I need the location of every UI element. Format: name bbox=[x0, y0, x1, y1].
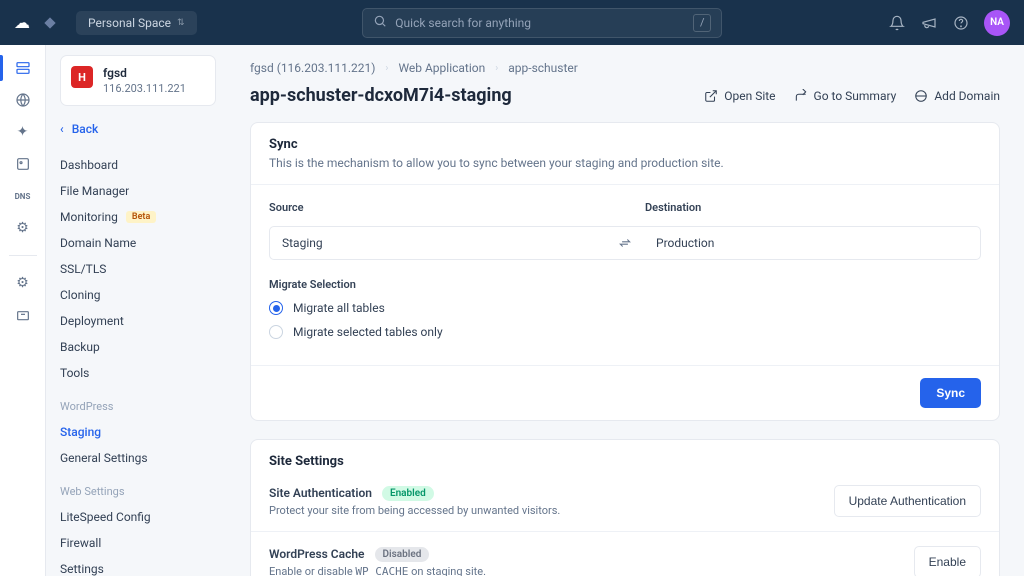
radio-migrate-all[interactable]: Migrate all tables bbox=[269, 301, 981, 315]
rail-servers-icon[interactable] bbox=[14, 59, 32, 77]
nav-ssl[interactable]: SSL/TLS bbox=[60, 256, 216, 282]
server-badge: H bbox=[71, 66, 93, 88]
nav-settings[interactable]: Settings bbox=[60, 556, 216, 576]
help-icon[interactable] bbox=[952, 14, 970, 32]
logo-icon: ☁︎ bbox=[14, 13, 30, 32]
destination-field: Production bbox=[644, 226, 981, 260]
site-auth-row: Site Authentication Enabled Protect your… bbox=[251, 471, 999, 532]
bell-icon[interactable] bbox=[888, 14, 906, 32]
source-field: Staging bbox=[269, 226, 606, 260]
radio-migrate-selected[interactable]: Migrate selected tables only bbox=[269, 325, 981, 339]
search-input[interactable]: Quick search for anything / bbox=[362, 8, 722, 38]
rail-gear-icon[interactable]: ✦ bbox=[14, 123, 32, 141]
nav-litespeed[interactable]: LiteSpeed Config bbox=[60, 504, 216, 530]
search-placeholder: Quick search for anything bbox=[395, 16, 531, 30]
server-card[interactable]: H fgsd 116.203.111.221 bbox=[60, 55, 216, 106]
site-settings-title: Site Settings bbox=[251, 440, 999, 471]
nav-section-web: Web Settings bbox=[60, 485, 216, 498]
bc-server[interactable]: fgsd (116.203.111.221) bbox=[250, 61, 375, 75]
nav-firewall[interactable]: Firewall bbox=[60, 530, 216, 556]
nav-cloning[interactable]: Cloning bbox=[60, 282, 216, 308]
radio-icon bbox=[269, 325, 283, 339]
migrate-label: Migrate Selection bbox=[269, 278, 981, 291]
radio-icon bbox=[269, 301, 283, 315]
rail-dns-icon[interactable]: DNS bbox=[14, 187, 32, 205]
nav-section-wordpress: WordPress bbox=[60, 400, 216, 413]
kbd-hint: / bbox=[693, 14, 711, 32]
avatar[interactable]: NA bbox=[984, 10, 1010, 36]
page-title: app-schuster-dcxoM7i4-staging bbox=[250, 85, 512, 106]
nav-monitoring[interactable]: MonitoringBeta bbox=[60, 204, 216, 230]
auth-status-badge: Enabled bbox=[382, 486, 434, 501]
search-icon bbox=[373, 14, 387, 31]
rail-services-icon[interactable]: ⚙ bbox=[14, 219, 32, 237]
swap-icon bbox=[618, 236, 632, 250]
top-header: ☁︎ Personal Space ⇅ Quick search for any… bbox=[0, 0, 1024, 45]
rail-archive-icon[interactable] bbox=[14, 306, 32, 324]
cache-desc: Enable or disable WP_CACHE on staging si… bbox=[269, 565, 914, 576]
rail-separator bbox=[9, 255, 37, 256]
workspace-label: Personal Space bbox=[88, 16, 171, 30]
rail-image-icon[interactable] bbox=[14, 155, 32, 173]
destination-label: Destination bbox=[645, 201, 981, 214]
workspace-switcher[interactable]: Personal Space ⇅ bbox=[76, 11, 197, 35]
search-wrap: Quick search for anything / bbox=[197, 8, 888, 38]
server-ip: 116.203.111.221 bbox=[103, 82, 186, 95]
chevron-right-icon: › bbox=[385, 63, 388, 74]
sync-card: Sync This is the mechanism to allow you … bbox=[250, 122, 1000, 421]
add-domain-button[interactable]: Add Domain bbox=[914, 89, 1000, 103]
open-site-button[interactable]: Open Site bbox=[704, 89, 775, 103]
main-content: fgsd (116.203.111.221) › Web Application… bbox=[226, 45, 1024, 576]
icon-rail: ✦ DNS ⚙ ⚙ bbox=[0, 45, 46, 576]
sync-button[interactable]: Sync bbox=[920, 378, 981, 408]
nav-backup[interactable]: Backup bbox=[60, 334, 216, 360]
chevron-left-icon: ‹ bbox=[60, 122, 64, 136]
cache-name: WordPress Cache bbox=[269, 547, 365, 561]
globe-plus-icon bbox=[914, 89, 928, 103]
cache-status-badge: Disabled bbox=[375, 547, 430, 562]
nav-tools[interactable]: Tools bbox=[60, 360, 216, 386]
go-summary-button[interactable]: Go to Summary bbox=[794, 89, 897, 103]
nav-file-manager[interactable]: File Manager bbox=[60, 178, 216, 204]
update-auth-button[interactable]: Update Authentication bbox=[834, 485, 981, 517]
bc-app[interactable]: app-schuster bbox=[508, 61, 578, 75]
enable-cache-button[interactable]: Enable bbox=[914, 546, 981, 576]
source-label: Source bbox=[269, 201, 605, 214]
nav-domain[interactable]: Domain Name bbox=[60, 230, 216, 256]
chevron-updown-icon: ⇅ bbox=[177, 18, 185, 28]
chevron-right-icon: › bbox=[495, 63, 498, 74]
sync-title: Sync bbox=[269, 137, 981, 152]
swap-button[interactable] bbox=[606, 226, 644, 260]
breadcrumb: fgsd (116.203.111.221) › Web Application… bbox=[250, 61, 1000, 75]
auth-desc: Protect your site from being accessed by… bbox=[269, 504, 834, 517]
nav-deployment[interactable]: Deployment bbox=[60, 308, 216, 334]
nav-general-settings[interactable]: General Settings bbox=[60, 445, 216, 471]
site-settings-card: Site Settings Site Authentication Enable… bbox=[250, 439, 1000, 576]
sidebar: H fgsd 116.203.111.221 ‹ Back Dashboard … bbox=[46, 45, 226, 576]
rail-globe-icon[interactable] bbox=[14, 91, 32, 109]
sync-desc: This is the mechanism to allow you to sy… bbox=[269, 156, 981, 170]
wp-cache-row: WordPress Cache Disabled Enable or disab… bbox=[251, 532, 999, 576]
logo-area: ☁︎ Personal Space ⇅ bbox=[14, 11, 197, 35]
megaphone-icon[interactable] bbox=[920, 14, 938, 32]
arrow-redo-icon bbox=[794, 89, 808, 103]
external-link-icon bbox=[704, 89, 718, 103]
nav-staging[interactable]: Staging bbox=[60, 419, 216, 445]
back-label: Back bbox=[72, 122, 99, 136]
bc-webapp[interactable]: Web Application bbox=[398, 61, 485, 75]
header-right: NA bbox=[888, 10, 1010, 36]
nav-dashboard[interactable]: Dashboard bbox=[60, 152, 216, 178]
auth-name: Site Authentication bbox=[269, 486, 372, 500]
server-name: fgsd bbox=[103, 66, 186, 80]
back-link[interactable]: ‹ Back bbox=[60, 120, 216, 138]
beta-badge: Beta bbox=[126, 211, 156, 223]
rail-settings-icon[interactable]: ⚙ bbox=[14, 274, 32, 292]
diamond-icon bbox=[44, 17, 55, 28]
